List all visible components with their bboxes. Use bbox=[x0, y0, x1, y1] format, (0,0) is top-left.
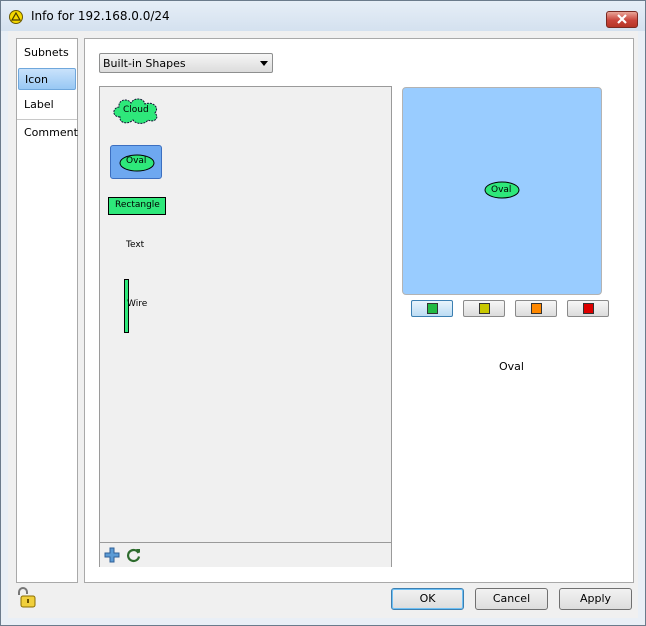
color-button-orange[interactable] bbox=[515, 300, 557, 317]
preview-shape-label: Oval bbox=[491, 185, 512, 195]
shape-label-text: Text bbox=[126, 240, 145, 250]
shape-item-wire[interactable]: Wire bbox=[122, 279, 152, 333]
shape-label-cloud: Cloud bbox=[123, 105, 149, 115]
dialog-body: Subnets Icon Label Comment Built-in Shap… bbox=[8, 31, 638, 618]
nav-item-subnets[interactable]: Subnets bbox=[18, 42, 76, 64]
lock-icon[interactable] bbox=[14, 586, 38, 613]
chevron-down-icon bbox=[260, 61, 268, 66]
title-bar[interactable]: Info for 192.168.0.0/24 bbox=[1, 1, 645, 31]
shape-item-cloud[interactable]: Cloud bbox=[110, 95, 162, 125]
shape-item-text[interactable]: Text bbox=[126, 240, 156, 254]
selected-shape-name: Oval bbox=[499, 360, 524, 373]
refresh-icon[interactable] bbox=[126, 547, 142, 563]
shape-preview: Oval bbox=[402, 87, 602, 295]
color-button-yellow[interactable] bbox=[463, 300, 505, 317]
ok-button[interactable]: OK bbox=[391, 588, 464, 610]
shape-label-oval: Oval bbox=[126, 156, 147, 166]
shape-source-value: Built-in Shapes bbox=[103, 57, 186, 70]
section-nav: Subnets Icon Label Comment bbox=[16, 38, 78, 583]
yellow-swatch-icon bbox=[479, 303, 490, 314]
close-icon bbox=[617, 14, 627, 24]
shape-list: Cloud Oval Rectangle Text Wire bbox=[99, 86, 392, 567]
shape-item-rectangle[interactable]: Rectangle bbox=[108, 197, 166, 215]
shape-item-oval[interactable]: Oval bbox=[110, 145, 162, 179]
color-button-green[interactable] bbox=[411, 300, 453, 317]
color-button-red[interactable] bbox=[567, 300, 609, 317]
warning-triangle-icon bbox=[9, 10, 23, 24]
nav-divider bbox=[17, 119, 77, 120]
nav-item-label[interactable]: Label bbox=[18, 94, 76, 116]
shape-list-toolbar bbox=[100, 542, 391, 567]
close-button[interactable] bbox=[606, 11, 638, 28]
nav-item-comment[interactable]: Comment bbox=[18, 122, 78, 144]
dialog-window: Info for 192.168.0.0/24 Subnets Icon Lab… bbox=[0, 0, 646, 626]
cancel-button[interactable]: Cancel bbox=[475, 588, 548, 610]
icon-panel: Built-in Shapes Cloud Oval Rectangle Tex… bbox=[84, 38, 634, 583]
green-swatch-icon bbox=[427, 303, 438, 314]
shape-label-rectangle: Rectangle bbox=[115, 200, 160, 210]
add-icon[interactable] bbox=[104, 547, 120, 563]
shape-source-dropdown[interactable]: Built-in Shapes bbox=[99, 53, 273, 73]
red-swatch-icon bbox=[583, 303, 594, 314]
apply-button[interactable]: Apply bbox=[559, 588, 632, 610]
window-title: Info for 192.168.0.0/24 bbox=[31, 9, 170, 23]
orange-swatch-icon bbox=[531, 303, 542, 314]
shape-label-wire: Wire bbox=[127, 299, 148, 309]
nav-item-icon[interactable]: Icon bbox=[18, 68, 76, 90]
